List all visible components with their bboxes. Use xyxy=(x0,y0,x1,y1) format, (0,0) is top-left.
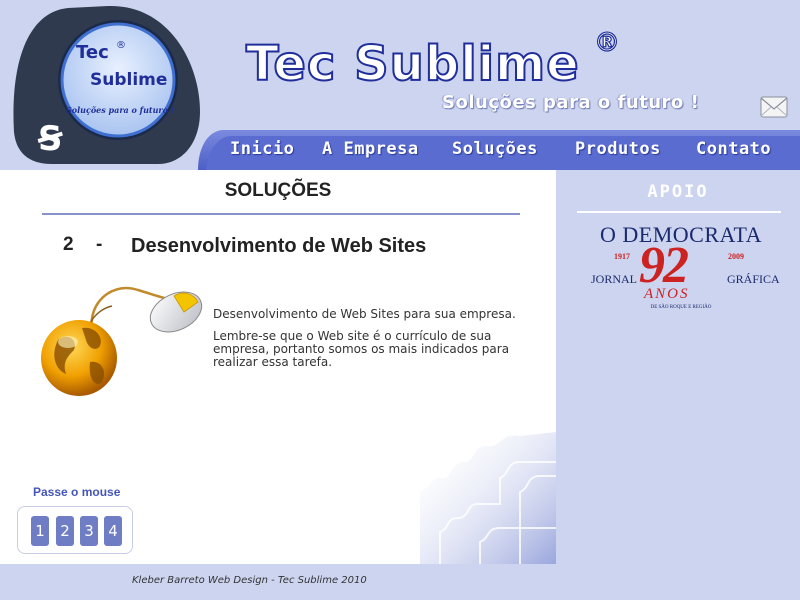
sidebar-heading: APOIO xyxy=(647,182,709,202)
hover-hint: Passe o mouse xyxy=(33,485,121,499)
sponsor-right-word: GRÁFICA xyxy=(727,272,780,286)
main-content: SOLUÇÕES 2 - Desenvolvimento de Web Site… xyxy=(0,170,556,564)
svg-text:Ꞩ: Ꞩ xyxy=(37,119,63,159)
globe-mouse-illustration xyxy=(38,270,206,400)
page-button-3[interactable]: 3 xyxy=(80,516,98,546)
logo-reg-mark: ® xyxy=(116,40,126,51)
sidebar-divider xyxy=(577,211,781,213)
logo-line1: Tec xyxy=(76,42,109,63)
site-slogan: Soluções para o futuro ! xyxy=(442,92,700,113)
footer-credit: Kleber Barreto Web Design - Tec Sublime … xyxy=(132,575,367,586)
main-nav: Inicio A Empresa Soluções Produtos Conta… xyxy=(198,130,800,170)
nav-inicio[interactable]: Inicio xyxy=(230,139,294,159)
sidebar: APOIO O DEMOCRATA 1917 2009 92 JORNAL GR… xyxy=(556,170,800,564)
sponsor-year-start: 1917 xyxy=(614,252,630,261)
page-button-2[interactable]: 2 xyxy=(56,516,74,546)
puzzle-decoration xyxy=(380,432,556,564)
item-description: Desenvolvimento de Web Sites para sua em… xyxy=(213,308,523,378)
nav-solucoes[interactable]: Soluções xyxy=(452,139,538,159)
logo-tagline: Soluções para o futuro ! xyxy=(66,105,175,115)
title-divider xyxy=(42,213,520,215)
sponsor-anos: ANOS xyxy=(644,286,690,302)
sponsor-subtitle: DE SÃO ROQUE E REGIÃO xyxy=(650,305,712,310)
item-pager: 1 2 3 4 xyxy=(17,506,133,554)
item-number: 2 xyxy=(63,234,74,255)
site-title: Tec Sublime xyxy=(245,35,580,93)
description-paragraph-1: Desenvolvimento de Web Sites para sua em… xyxy=(213,307,516,321)
sponsor-banner-o-democrata[interactable]: O DEMOCRATA 1917 2009 92 JORNAL GRÁFICA … xyxy=(584,220,780,316)
nav-produtos[interactable]: Produtos xyxy=(575,139,661,159)
sponsor-year-end: 2009 xyxy=(728,252,744,261)
item-dash: - xyxy=(96,234,103,255)
nav-a-empresa[interactable]: A Empresa xyxy=(322,139,419,159)
item-title: Desenvolvimento de Web Sites xyxy=(131,235,427,257)
registered-mark: ® xyxy=(593,27,620,58)
envelope-icon[interactable] xyxy=(760,96,788,118)
description-paragraph-2: Lembre-se que o Web site é o currículo d… xyxy=(213,329,510,369)
nav-contato[interactable]: Contato xyxy=(696,139,771,159)
page-button-4[interactable]: 4 xyxy=(104,516,122,546)
section-title: SOLUÇÕES xyxy=(224,180,332,201)
logo-line2: Sublime xyxy=(90,70,168,90)
page-button-1[interactable]: 1 xyxy=(31,516,49,546)
sponsor-left-word: JORNAL xyxy=(591,272,638,286)
